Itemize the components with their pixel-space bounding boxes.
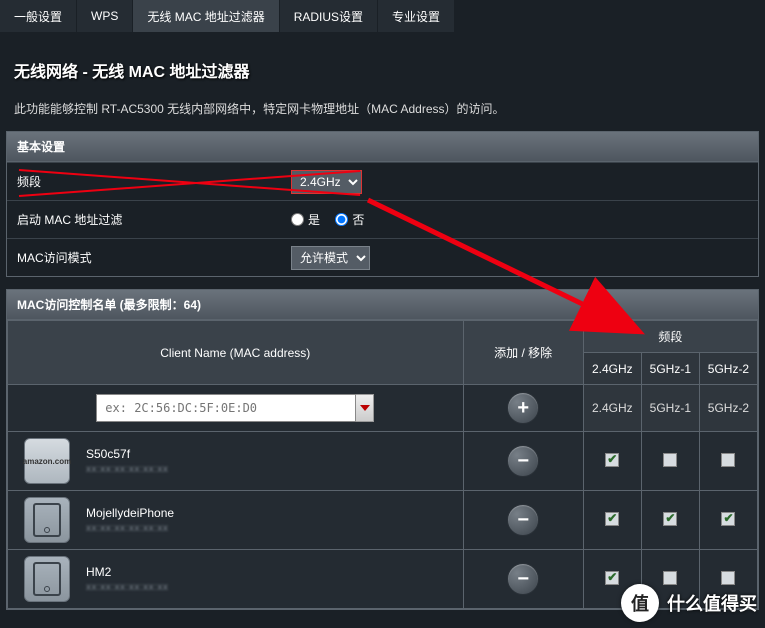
bandcol2-5GHz-2: 5GHz-2 xyxy=(699,385,757,432)
basic-settings-box: 基本设置 频段 2.4GHz 启动 MAC 地址过滤 是 否 MAC访问模式 xyxy=(6,131,759,277)
enable-yes-radio[interactable] xyxy=(291,213,304,226)
device-icon: amazon.com xyxy=(24,438,70,484)
band-checkbox[interactable] xyxy=(605,453,619,467)
bandcol-5GHz-2: 5GHz-2 xyxy=(699,353,757,385)
band-checkbox[interactable] xyxy=(605,571,619,585)
basic-settings-header: 基本设置 xyxy=(7,132,758,162)
band-checkbox[interactable] xyxy=(663,571,677,585)
tab-无线 MAC 地址过滤器[interactable]: 无线 MAC 地址过滤器 xyxy=(133,0,278,32)
table-row: MojellydeiPhone xx:xx:xx:xx:xx:xx − xyxy=(8,491,758,550)
col-client: Client Name (MAC address) xyxy=(8,321,464,385)
device-mac: xx:xx:xx:xx:xx:xx xyxy=(86,464,168,475)
watermark-text: 什么值得买 xyxy=(667,590,757,616)
mac-list-header: MAC访问控制名单 (最多限制：64) xyxy=(7,290,758,320)
band-checkbox[interactable] xyxy=(663,512,677,526)
table-row: amazon.com S50c57f xx:xx:xx:xx:xx:xx − xyxy=(8,432,758,491)
band-checkbox[interactable] xyxy=(605,512,619,526)
mac-input[interactable] xyxy=(96,394,356,422)
bandcol-2.4GHz: 2.4GHz xyxy=(583,353,641,385)
band-checkbox[interactable] xyxy=(721,571,735,585)
bandcol2-5GHz-1: 5GHz-1 xyxy=(641,385,699,432)
device-name: MojellydeiPhone xyxy=(86,506,174,520)
col-addremove: 添加 / 移除 xyxy=(463,321,583,385)
watermark-badge: 值 xyxy=(621,584,659,622)
page-description: 此功能能够控制 RT-AC5300 无线内部网络中，特定网卡物理地址（MAC A… xyxy=(6,100,759,131)
add-button[interactable]: + xyxy=(507,392,539,424)
mac-input-dropdown[interactable] xyxy=(356,394,374,422)
tab-WPS[interactable]: WPS xyxy=(77,0,132,32)
bandcol-5GHz-1: 5GHz-1 xyxy=(641,353,699,385)
band-checkbox[interactable] xyxy=(721,512,735,526)
device-mac: xx:xx:xx:xx:xx:xx xyxy=(86,523,174,534)
band-label: 频段 xyxy=(7,173,287,190)
tab-一般设置[interactable]: 一般设置 xyxy=(0,0,76,32)
mode-select[interactable]: 允许模式 xyxy=(291,246,370,270)
page-title: 无线网络 - 无线 MAC 地址过滤器 xyxy=(6,32,759,100)
mac-list-box: MAC访问控制名单 (最多限制：64) Client Name (MAC add… xyxy=(6,289,759,610)
mode-label: MAC访问模式 xyxy=(7,249,287,266)
col-band: 频段 xyxy=(583,321,757,353)
tab-专业设置[interactable]: 专业设置 xyxy=(378,0,454,32)
device-mac: xx:xx:xx:xx:xx:xx xyxy=(86,582,168,593)
remove-button[interactable]: − xyxy=(507,504,539,536)
device-icon xyxy=(24,556,70,602)
tab-RADIUS设置[interactable]: RADIUS设置 xyxy=(280,0,377,32)
enable-filter-label: 启动 MAC 地址过滤 xyxy=(7,211,287,228)
remove-button[interactable]: − xyxy=(507,563,539,595)
device-icon xyxy=(24,497,70,543)
bandcol2-2.4GHz: 2.4GHz xyxy=(583,385,641,432)
watermark: 值 什么值得买 xyxy=(621,584,757,622)
device-name: HM2 xyxy=(86,565,168,579)
device-name: S50c57f xyxy=(86,447,168,461)
enable-no-radio[interactable] xyxy=(335,213,348,226)
band-checkbox[interactable] xyxy=(663,453,677,467)
band-checkbox[interactable] xyxy=(721,453,735,467)
remove-button[interactable]: − xyxy=(507,445,539,477)
